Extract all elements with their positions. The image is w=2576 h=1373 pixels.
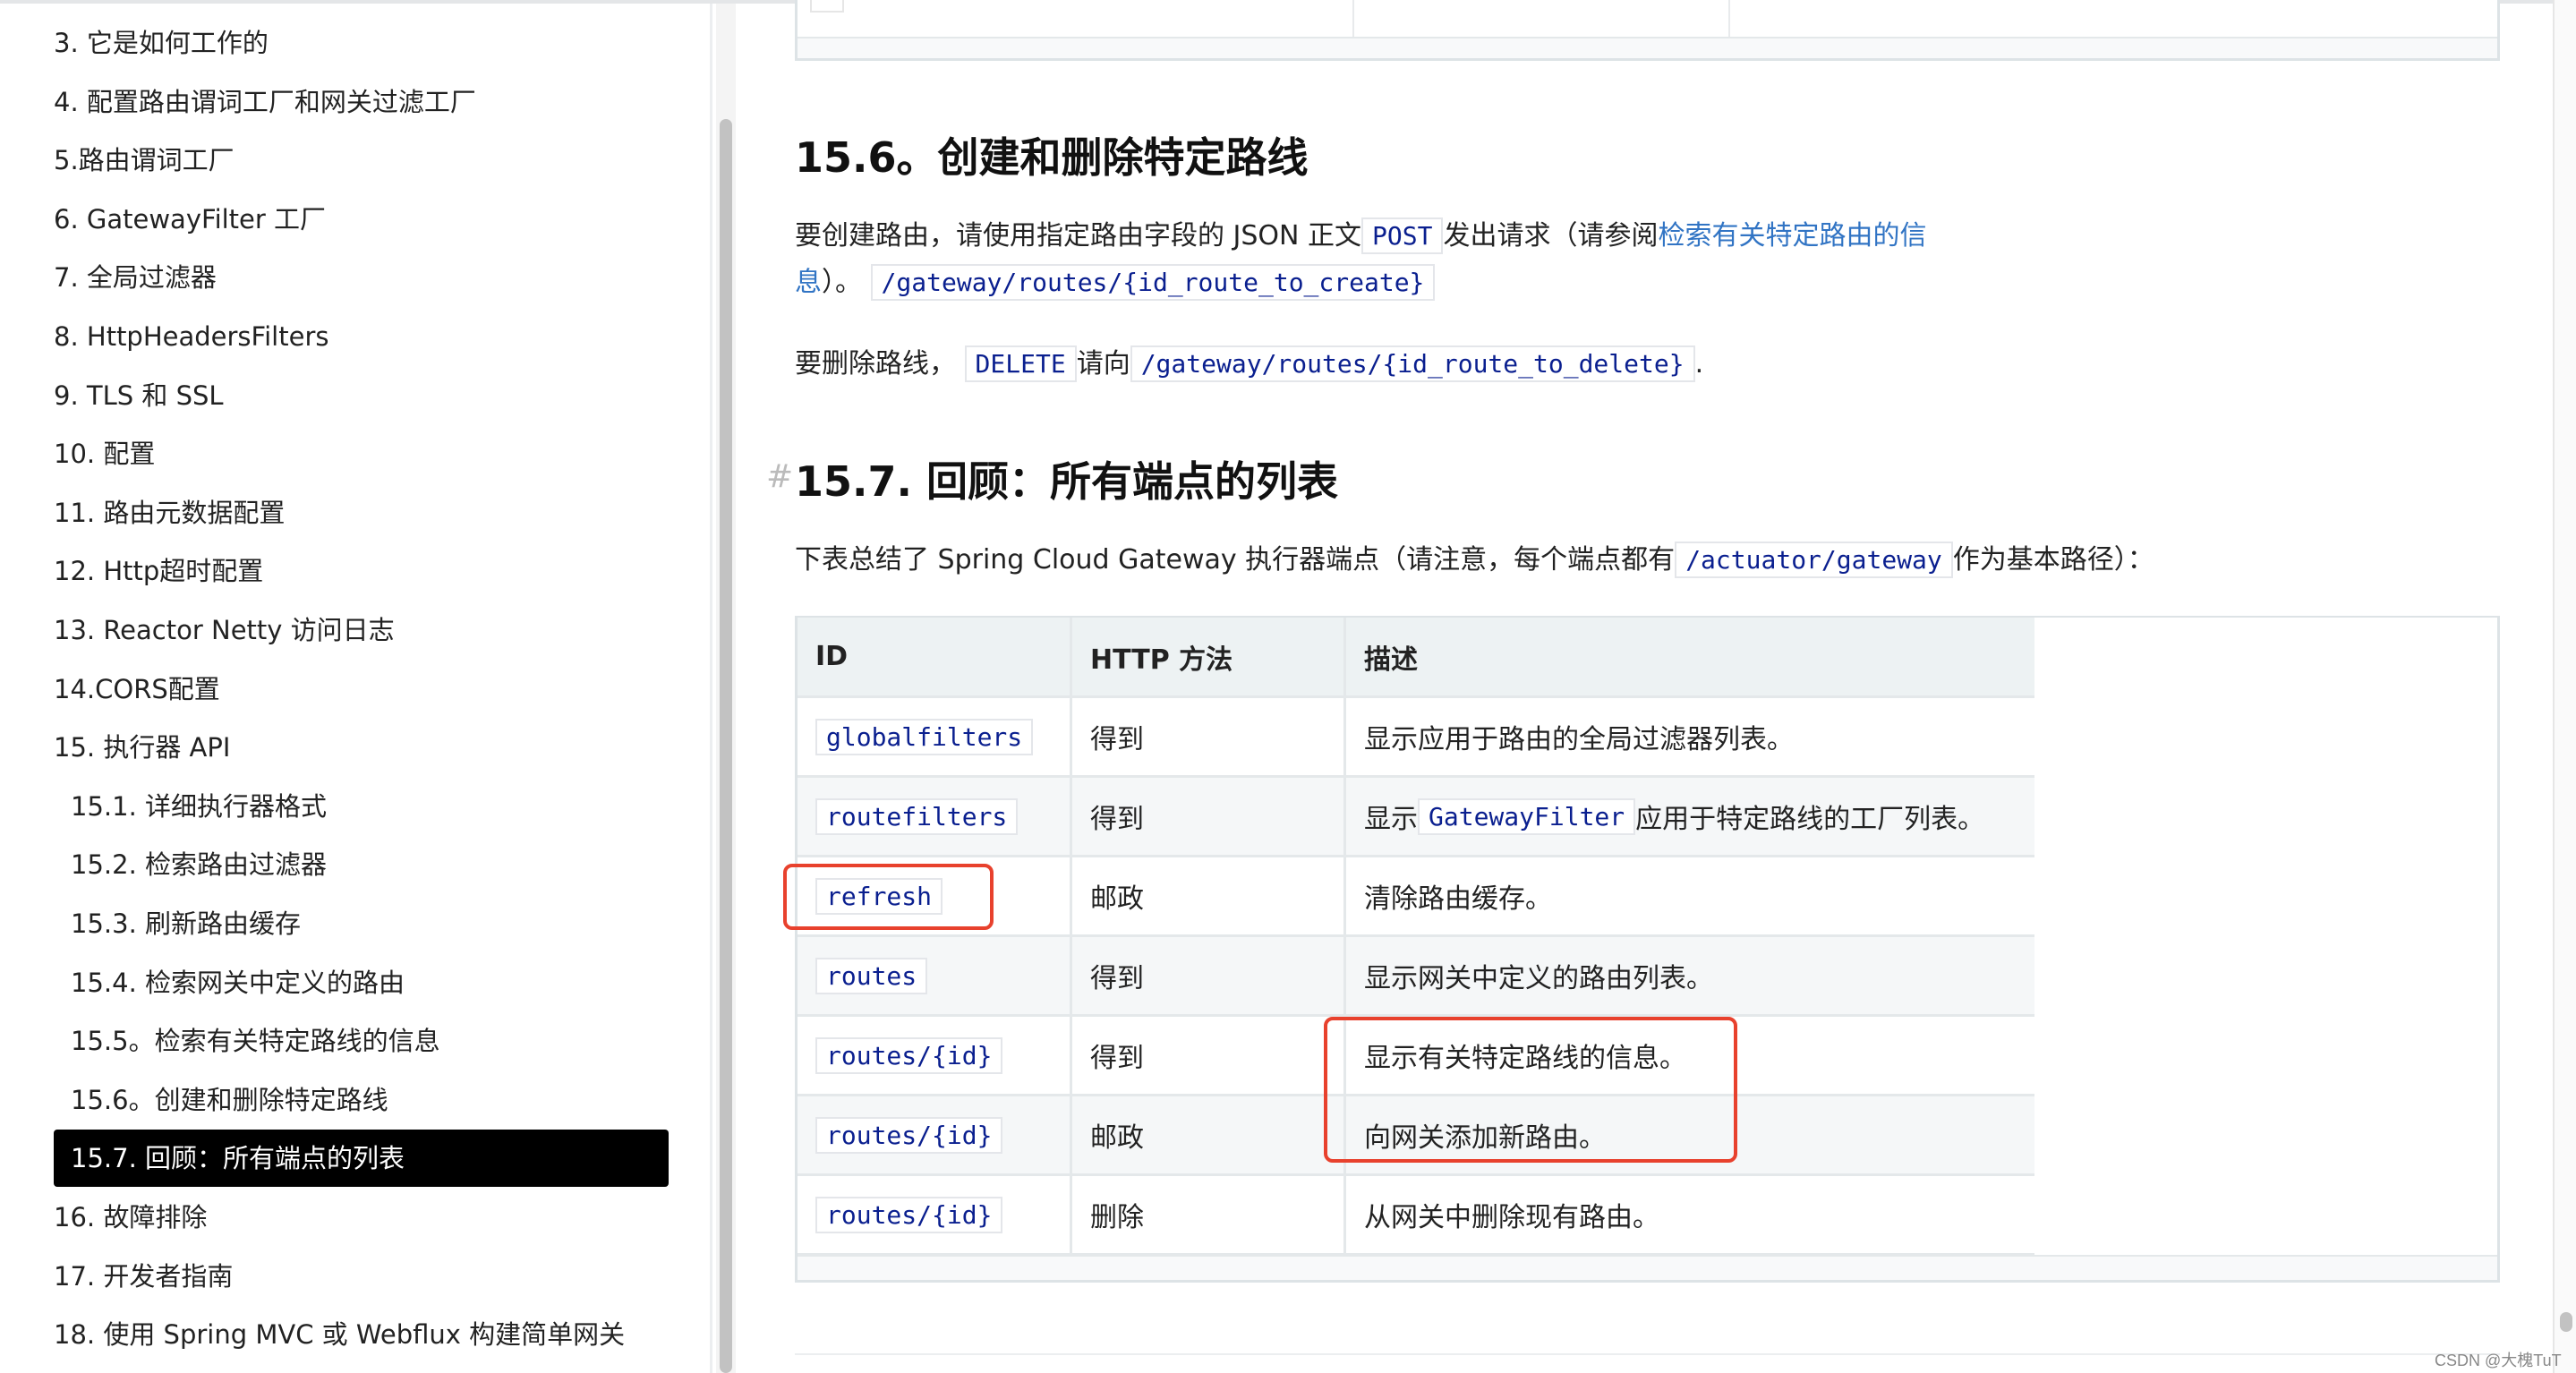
sidebar-item[interactable]: 15.2. 检索路由过滤器 <box>71 836 327 893</box>
desc-code: GatewayFilter <box>1418 797 1636 835</box>
endpoint-id-code: routes/{id} <box>815 1036 1003 1074</box>
desc-text: 显示 <box>1364 804 1418 835</box>
table-header-cell: ID <box>798 618 1072 695</box>
sidebar-item[interactable]: 17. 开发者指南 <box>54 1248 233 1305</box>
sidebar-item[interactable]: 16. 故障排除 <box>54 1189 207 1246</box>
cell-method: 删除 <box>1072 1176 1346 1253</box>
endpoint-id-code: routes/{id} <box>815 1196 1003 1233</box>
cell-method: 得到 <box>1072 698 1346 775</box>
annotation-box-route-descriptions <box>1324 1017 1737 1163</box>
previous-table-bottom <box>795 0 2500 61</box>
sidebar-item[interactable]: 15. 执行器 API <box>54 719 230 776</box>
code-actuator-path: /actuator/gateway <box>1675 542 1953 578</box>
table-row: routes/{id} 删除 从网关中删除现有路由。 <box>798 1176 2034 1256</box>
cell-description: 显示 GatewayFilter 应用于特定路线的工厂列表。 <box>1346 778 2034 855</box>
sidebar-item[interactable]: 13. Reactor Netty 访问日志 <box>54 601 395 659</box>
cell-method: 得到 <box>1072 1017 1346 1094</box>
sidebar-item[interactable]: 11. 路由元数据配置 <box>54 484 285 542</box>
annotation-box-refresh <box>783 864 994 930</box>
paragraph-create-route: 要创建路由，请使用指定路由字段的 JSON 正文 POST 发出请求（请参阅检索有关… <box>795 213 1926 260</box>
heading-15-6: 15.6。创建和删除特定路线 <box>795 133 1309 182</box>
cell-description: 从网关中删除现有路由。 <box>1364 1202 1659 1233</box>
link-retrieve-route-info-cont[interactable]: 息 <box>795 267 822 298</box>
cell-id: globalfilters <box>798 698 1072 775</box>
endpoint-id-code: routefilters <box>815 797 1019 835</box>
table-row: globalfilters 得到 显示应用于路由的全局过滤器列表。 <box>798 698 2034 778</box>
cell-description: 显示应用于路由的全局过滤器列表。 <box>1364 724 1794 755</box>
endpoint-id-code: routes <box>815 957 928 994</box>
sidebar-item[interactable]: 15.3. 刷新路由缓存 <box>71 895 301 952</box>
sidebar-item[interactable]: 8. HttpHeadersFilters <box>54 308 328 365</box>
sidebar-item[interactable]: 15.1. 详细执行器格式 <box>71 778 327 835</box>
table-row: routes 得到 显示网关中定义的路由列表。 <box>798 937 2034 1017</box>
sidebar-item[interactable]: 7. 全局过滤器 <box>54 249 217 306</box>
sidebar-divider <box>710 4 712 1373</box>
cell-id: routes <box>798 937 1072 1014</box>
page-scrollbar-thumb[interactable] <box>2560 1312 2572 1332</box>
endpoint-id-code: globalfilters <box>815 718 1034 755</box>
sidebar-item[interactable]: 15.6。创建和删除特定路线 <box>71 1071 388 1129</box>
table-header-cell: 描述 <box>1364 644 1418 676</box>
cell-id: routes/{id} <box>798 1176 1072 1253</box>
table-header-row: ID HTTP 方法 描述 <box>798 618 2034 698</box>
sidebar-item[interactable]: 15.5。检索有关特定路线的信息 <box>71 1012 440 1070</box>
code-delete-path: /gateway/routes/{id_route_to_delete} <box>1130 345 1695 382</box>
section-divider <box>795 1353 2500 1355</box>
page-scrollbar[interactable] <box>2553 0 2576 1373</box>
cell-description: 清除路由缓存。 <box>1364 883 1552 915</box>
sidebar-item[interactable]: 10. 配置 <box>54 425 155 482</box>
endpoints-table: ID HTTP 方法 描述 globalfilters 得到 显示应用于路由的全局过滤器列… <box>795 616 2500 1283</box>
sidebar-item[interactable]: 14.CORS配置 <box>54 661 220 718</box>
sidebar-item[interactable]: 5.路由谓词工厂 <box>54 132 235 189</box>
cell-method: 得到 <box>1072 937 1346 1014</box>
sidebar-item[interactable]: 3. 它是如何工作的 <box>54 14 269 72</box>
sidebar-toc: 3. 它是如何工作的 4. 配置路由谓词工厂和网关过滤工厂 5.路由谓词工厂 6. G… <box>0 4 712 1373</box>
link-retrieve-route-info[interactable]: 检索有关特定路由的信 <box>1658 220 1926 252</box>
sidebar-item[interactable]: 18. 使用 Spring MVC 或 Webflux 构建简单网关 <box>54 1306 625 1363</box>
paragraph-table-intro: 下表总结了 Spring Cloud Gateway 执行器端点（请注意，每个端… <box>795 537 2154 584</box>
cell-id: routefilters <box>798 778 1072 855</box>
sidebar-item[interactable]: 9. TLS 和 SSL <box>54 367 224 424</box>
cell-method: 邮政 <box>1072 1096 1346 1173</box>
code-create-path: /gateway/routes/{id_route_to_create} <box>870 264 1436 301</box>
heading-anchor-link[interactable]: # <box>766 458 793 495</box>
cell-description: 显示网关中定义的路由列表。 <box>1364 963 1713 994</box>
sidebar-item[interactable]: 15.4. 检索网关中定义的路由 <box>71 954 405 1011</box>
sidebar-scrollbar-thumb[interactable] <box>720 119 732 1373</box>
paragraph-delete-route: 要删除路线， DELETE 请向/gateway/routes/{id_route… <box>795 341 1703 388</box>
cell-id: routes/{id} <box>798 1096 1072 1173</box>
cell-id: routes/{id} <box>798 1017 1072 1094</box>
sidebar-item[interactable]: 12. Http超时配置 <box>54 542 263 600</box>
cell-method: 邮政 <box>1072 857 1346 934</box>
sidebar-item[interactable]: 6. GatewayFilter 工厂 <box>54 191 326 248</box>
sidebar-item[interactable]: 4. 配置路由谓词工厂和网关过滤工厂 <box>54 73 476 131</box>
sidebar-item-active[interactable]: 15.7. 回顾：所有端点的列表 <box>54 1130 669 1188</box>
watermark: CSDN @大槐TuT <box>2435 1352 2562 1369</box>
heading-15-7: 15.7. 回顾：所有端点的列表 <box>795 457 1338 506</box>
endpoint-id-code: routes/{id} <box>815 1116 1003 1154</box>
cell-method: 得到 <box>1072 778 1346 855</box>
paragraph-create-route-cont: 息）。 /gateway/routes/{id_route_to_create} <box>795 260 1436 306</box>
code-post: POST <box>1361 217 1444 254</box>
table-row: routefilters 得到 显示 GatewayFilter 应用于特定路线的工厂列… <box>798 778 2034 857</box>
code-delete: DELETE <box>964 345 1077 382</box>
table-header-cell: HTTP 方法 <box>1072 618 1346 695</box>
desc-text: 应用于特定路线的工厂列表。 <box>1635 804 1985 835</box>
